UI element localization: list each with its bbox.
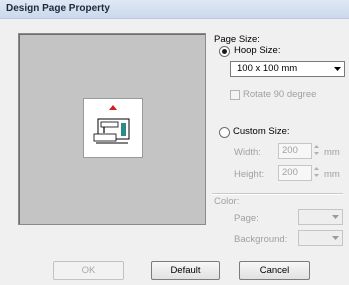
- hoop-preview: [83, 98, 143, 158]
- ok-button[interactable]: OK: [53, 261, 124, 280]
- width-input[interactable]: 200: [278, 143, 312, 159]
- hoop-arrow-icon: [93, 105, 130, 144]
- hoop-size-select[interactable]: 100 x 100 mm: [230, 61, 345, 77]
- page-color-label: Page:: [234, 213, 259, 224]
- chevron-down-icon[interactable]: [330, 232, 341, 243]
- width-spin-icon[interactable]: [312, 142, 321, 158]
- hoop-size-value: 100 x 100 mm: [237, 63, 298, 74]
- height-unit: mm: [324, 169, 340, 180]
- chevron-down-icon[interactable]: [332, 63, 343, 74]
- divider: [212, 193, 343, 195]
- rotate-label: Rotate 90 degree: [243, 89, 317, 100]
- page-color-select[interactable]: [298, 209, 343, 225]
- chevron-down-icon[interactable]: [330, 211, 341, 222]
- color-label: Color:: [214, 196, 240, 207]
- title-bar: Design Page Property: [0, 0, 349, 19]
- rotate-checkbox[interactable]: [230, 90, 240, 100]
- height-label: Height:: [234, 169, 265, 180]
- sewing-machine-icon: [93, 118, 130, 144]
- window-title: Design Page Property: [6, 3, 110, 14]
- width-value: 200: [282, 145, 298, 156]
- design-preview: [18, 33, 206, 225]
- design-page-property-dialog: Design Page Property Page Size: Hoop Siz…: [0, 0, 349, 285]
- width-label: Width:: [234, 147, 261, 158]
- height-spin-icon[interactable]: [312, 164, 321, 180]
- height-input[interactable]: 200: [278, 165, 312, 181]
- custom-size-radio[interactable]: [219, 127, 230, 138]
- hoop-size-label: Hoop Size:: [234, 45, 281, 56]
- background-color-select[interactable]: [298, 230, 343, 246]
- default-button[interactable]: Default: [151, 261, 220, 280]
- width-unit: mm: [324, 147, 340, 158]
- background-color-label: Background:: [234, 234, 288, 245]
- custom-size-label: Custom Size:: [233, 126, 290, 137]
- height-value: 200: [282, 167, 298, 178]
- hoop-size-radio[interactable]: [219, 46, 230, 57]
- page-size-label: Page Size:: [214, 34, 260, 45]
- cancel-button[interactable]: Cancel: [239, 261, 310, 280]
